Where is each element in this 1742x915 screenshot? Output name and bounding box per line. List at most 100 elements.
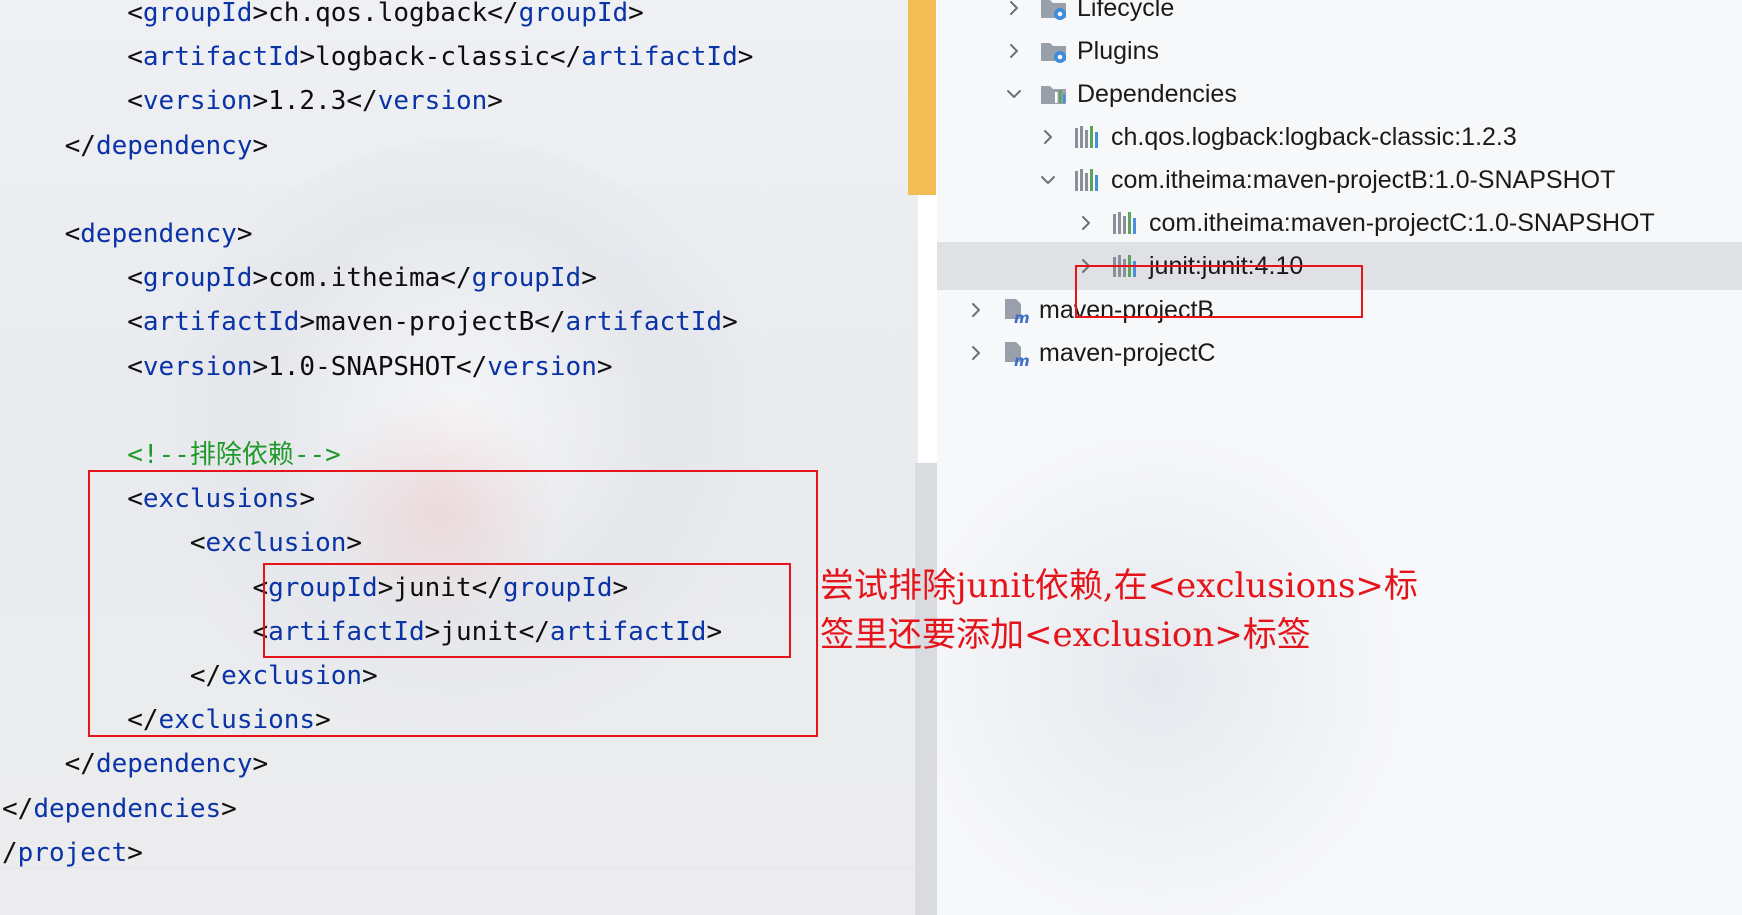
code-text: >: [737, 42, 754, 73]
chevron-down-icon[interactable]: [1037, 169, 1059, 191]
code-text: </: [64, 749, 96, 780]
code-line: <artifactId>maven-projectB</artifactId>: [2, 300, 738, 344]
code-text: </: [64, 130, 96, 161]
junit-highlight-box: [1075, 265, 1363, 318]
library-icon: [1111, 208, 1141, 238]
xml-tag-name: project: [17, 837, 128, 868]
xml-tag-name: artifactId: [142, 42, 300, 73]
chevron-right-icon[interactable]: [1037, 126, 1059, 148]
tree-item-label: Lifecycle: [1077, 0, 1175, 22]
code-text: /: [2, 837, 18, 868]
code-line: <version>1.0-SNAPSHOT</version>: [2, 345, 613, 389]
xml-tag-name: version: [377, 86, 488, 117]
code-text: <: [127, 0, 143, 28]
chevron-right-icon[interactable]: [1003, 0, 1025, 19]
chevron-right-icon[interactable]: [1003, 40, 1025, 62]
code-text: >: [127, 837, 143, 868]
folder-gear-icon: [1039, 36, 1069, 66]
code-text: >ch.qos.logback</: [252, 0, 519, 28]
tree-item[interactable]: Dependencies: [937, 70, 1237, 118]
code-text: >1.2.3</: [252, 86, 378, 117]
code-text: <: [127, 263, 143, 294]
tree-item-label: ch.qos.logback:logback-classic:1.2.3: [1111, 122, 1517, 151]
annotation-line-1: 尝试排除junit依赖,在<exclusions>标: [820, 566, 1418, 606]
tree-item-label: com.itheima:maven-projectB:1.0-SNAPSHOT: [1111, 165, 1616, 194]
xml-editor[interactable]: <groupId>ch.qos.logback</groupId> <artif…: [0, 0, 918, 915]
xml-tag-name: version: [142, 86, 253, 117]
code-text: >logback-classic</: [299, 42, 582, 73]
code-text: <: [127, 42, 143, 73]
svg-text:m: m: [1014, 352, 1030, 368]
tree-item-label: Dependencies: [1077, 79, 1237, 108]
code-text: >: [581, 263, 597, 294]
chevron-right-icon[interactable]: [965, 299, 987, 321]
xml-tag-name: dependencies: [33, 793, 222, 824]
tree-item[interactable]: m maven-projectC: [937, 329, 1215, 377]
code-text: >com.itheima</: [252, 263, 472, 294]
xml-tag-name: artifactId: [565, 307, 723, 338]
annotation-line-2: 签里还要添加<exclusion>标签: [820, 615, 1311, 655]
tree-item-label: com.itheima:maven-projectC:1.0-SNAPSHOT: [1149, 208, 1655, 237]
code-line: <artifactId>logback-classic</artifactId>: [2, 35, 753, 79]
tree-item-label: Plugins: [1077, 36, 1159, 65]
code-text: >: [487, 86, 503, 117]
code-line: /project>: [2, 831, 143, 875]
background-watermark: [937, 420, 1417, 915]
code-text: >: [596, 351, 613, 382]
code-text: <: [64, 219, 81, 249]
editor-scrollbar[interactable]: [915, 463, 937, 915]
code-line: </dependency>: [2, 124, 269, 168]
tree-item[interactable]: Plugins: [937, 27, 1159, 75]
code-text: </: [2, 793, 34, 824]
editor-bottom-divider: [0, 867, 918, 868]
code-line: <groupId>com.itheima</groupId>: [2, 256, 597, 300]
code-text: <: [127, 351, 143, 382]
code-line: </dependency>: [2, 742, 269, 786]
code-text: <: [127, 307, 143, 338]
chevron-right-icon[interactable]: [965, 342, 987, 364]
svg-text:m: m: [1014, 309, 1030, 325]
xml-tag-name: groupId: [142, 263, 253, 294]
xml-tag-name: groupId: [471, 263, 582, 294]
xml-tag-name: artifactId: [142, 307, 300, 338]
tree-item-label: maven-projectC: [1039, 338, 1216, 367]
chevron-right-icon[interactable]: [1075, 212, 1097, 234]
xml-tag-name: artifactId: [581, 42, 738, 73]
xml-tag-name: dependency: [80, 219, 237, 249]
code-text: >1.0-SNAPSHOT</: [252, 351, 488, 382]
code-text: >: [252, 749, 269, 780]
maven-module-icon: m: [1001, 295, 1031, 325]
folder-gear-icon: [1039, 0, 1069, 23]
code-text: <: [127, 86, 143, 117]
code-text: >: [628, 0, 644, 28]
editor-scrollbar-marker[interactable]: [908, 0, 936, 195]
folder-library-icon: [1039, 79, 1069, 109]
maven-module-icon: m: [1001, 338, 1031, 368]
chevron-down-icon[interactable]: [1003, 83, 1025, 105]
xml-tag-name: dependency: [95, 749, 253, 780]
maven-tool-window: Lifecycle Plugins Dependencies ch.qos.logba…: [937, 0, 1742, 915]
code-line: <groupId>ch.qos.logback</groupId>: [2, 0, 644, 35]
tree-item[interactable]: ch.qos.logback:logback-classic:1.2.3: [937, 113, 1517, 161]
tree-item[interactable]: com.itheima:maven-projectC:1.0-SNAPSHOT: [937, 199, 1655, 247]
code-text: >: [722, 307, 738, 338]
xml-tag-name: groupId: [518, 0, 629, 28]
tree-item[interactable]: com.itheima:maven-projectB:1.0-SNAPSHOT: [937, 156, 1615, 204]
code-line: <dependency>: [2, 212, 253, 256]
xml-tag-name: dependency: [95, 130, 253, 161]
library-icon: [1073, 122, 1103, 152]
code-text: >: [236, 219, 253, 249]
xml-comment: <!--排除依赖-->: [127, 440, 341, 470]
xml-tag-name: version: [142, 351, 253, 382]
code-line: <version>1.2.3</version>: [2, 79, 503, 123]
